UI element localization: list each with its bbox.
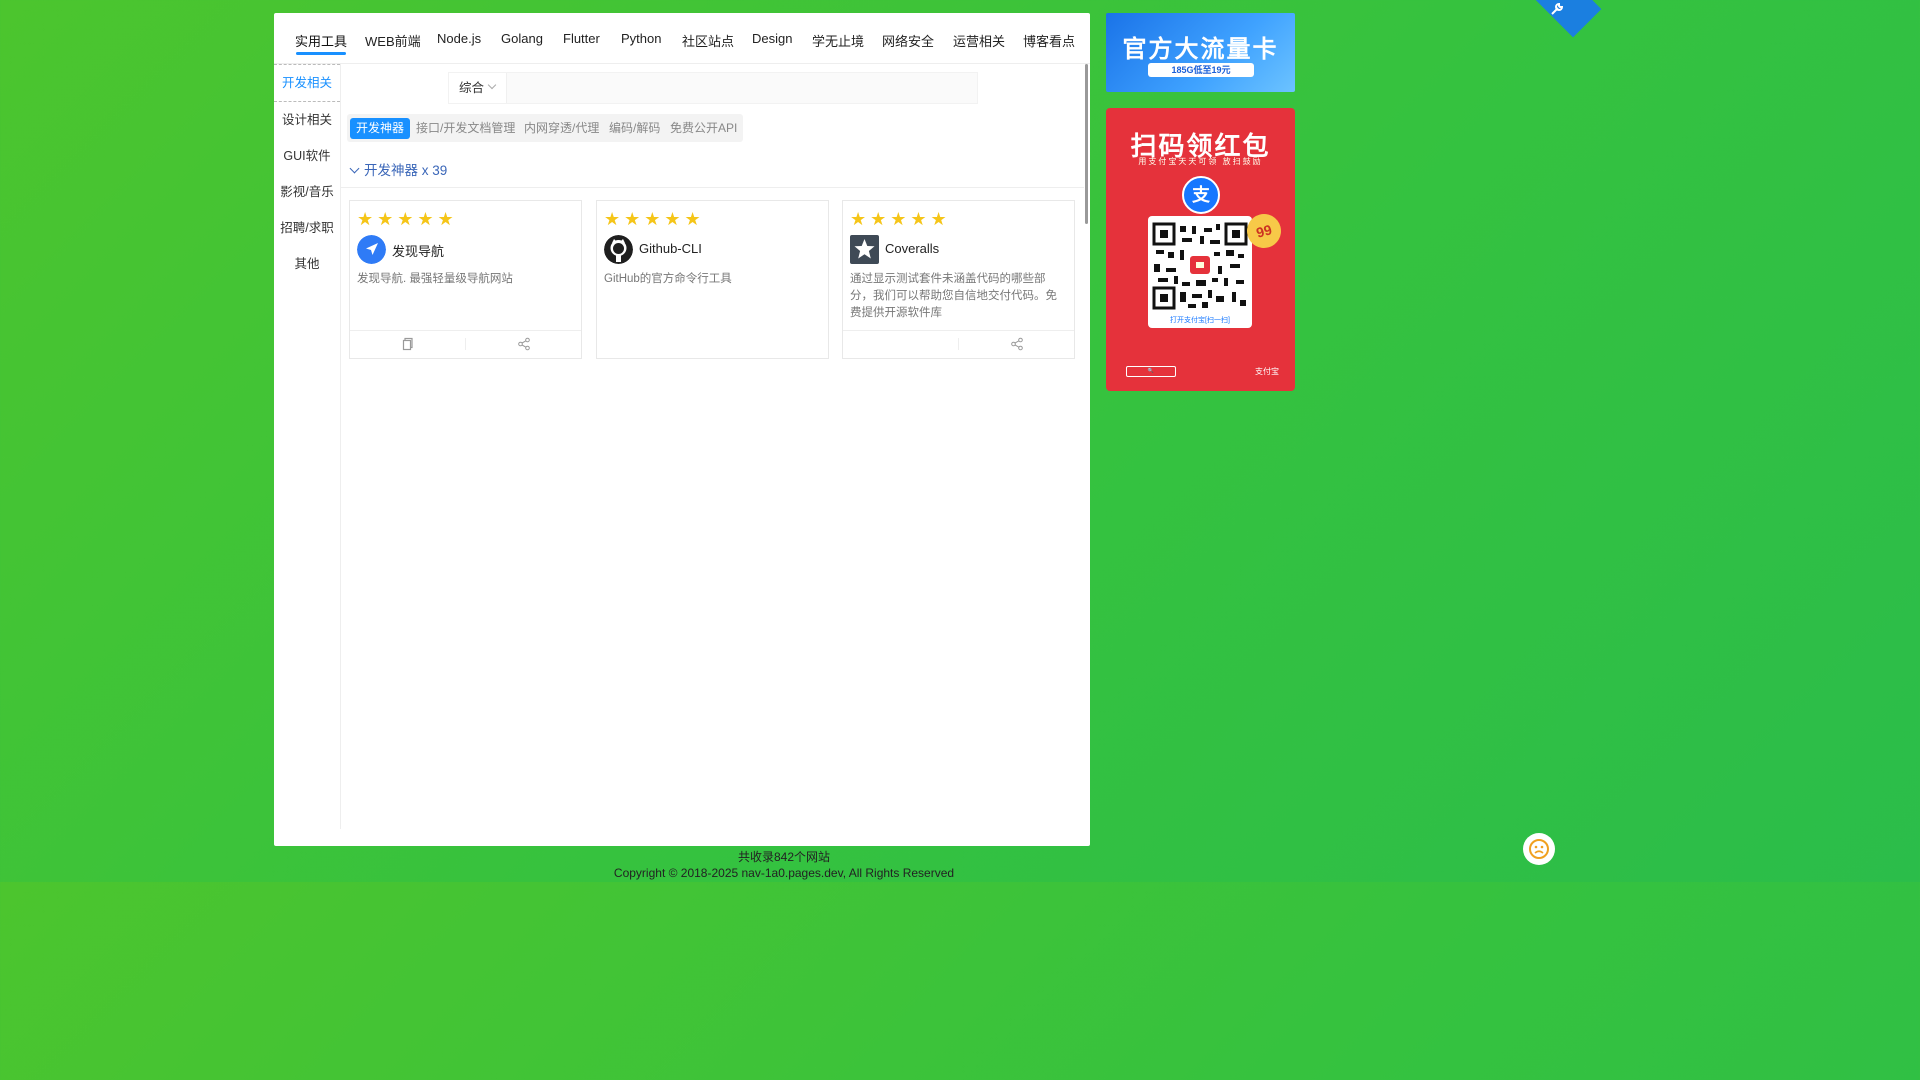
action-separator [958, 338, 959, 350]
ad-subtitle: 185G低至19元 [1148, 63, 1254, 77]
sidebar-item-jobs[interactable]: 招聘/求职 [274, 210, 340, 246]
subtab-api-docs[interactable]: 接口/开发文档管理 [410, 118, 521, 139]
card-actions [843, 330, 1074, 358]
sidebar-item-design[interactable]: 设计相关 [274, 102, 340, 138]
card-description: GitHub的官方命令行工具 [604, 273, 732, 285]
corner-ribbon[interactable] [1530, 0, 1602, 38]
qr-code: 打开支付宝[扫一扫] [1148, 216, 1252, 328]
share-icon[interactable] [517, 337, 531, 351]
share-icon[interactable] [1010, 337, 1024, 351]
card-description: 通过显示测试套件未涵盖代码的哪些部分，我们可以帮助您自信地交付代码。免费提供开源… [850, 273, 1057, 319]
sidebar-item-media[interactable]: 影视/音乐 [274, 174, 340, 210]
chevron-down-icon [349, 163, 360, 174]
feedback-button[interactable] [1523, 833, 1555, 865]
navigation-arrow-icon [357, 235, 386, 264]
tab-nodejs[interactable]: Node.js [437, 31, 481, 46]
main-panel: 实用工具 WEB前端 Node.js Golang Flutter Python… [274, 13, 1090, 846]
search-type-value: 综合 [459, 81, 485, 95]
site-card[interactable]: ★★★★★ Coveralls 通过显示测试套件未涵盖代码的哪些部分，我们可以帮… [842, 200, 1075, 359]
tab-golang[interactable]: Golang [501, 31, 543, 46]
sad-face-icon [1529, 839, 1549, 859]
rating-stars: ★★★★★ [604, 209, 705, 229]
card-actions [350, 330, 581, 358]
scrollbar[interactable] [1085, 64, 1088, 224]
alipay-icon: 支 [1182, 176, 1220, 214]
qr-code-icon [1152, 222, 1248, 310]
site-count: 共收录842个网站 [737, 850, 831, 864]
search-type-select[interactable]: 综合 [449, 73, 507, 103]
card-title[interactable]: Coveralls [885, 241, 939, 256]
action-separator [465, 338, 466, 350]
tab-blog[interactable]: 博客看点 [1023, 31, 1075, 50]
tab-flutter[interactable]: Flutter [563, 31, 600, 46]
rating-stars: ★★★★★ [850, 209, 951, 229]
sidebar: 开发相关 设计相关 GUI软件 影视/音乐 招聘/求职 其他 [274, 64, 341, 829]
site-card[interactable]: ★★★★★ Github-CLI GitHub的官方命令行工具 [596, 200, 829, 359]
copy-icon[interactable] [401, 337, 415, 351]
sidebar-item-dev[interactable]: 开发相关 [274, 64, 340, 102]
top-nav: 实用工具 WEB前端 Node.js Golang Flutter Python… [274, 13, 1090, 64]
copyright: Copyright © 2018-2025 nav-1a0.pages.dev,… [613, 866, 955, 880]
coveralls-star-icon [850, 235, 879, 264]
sidebar-item-gui[interactable]: GUI软件 [274, 138, 340, 174]
ad-title: 官方大流量卡 [1122, 36, 1279, 63]
ad-brand: 支付宝 [1255, 367, 1279, 376]
group-header[interactable]: 开发神器 x 39 [349, 159, 447, 179]
tab-learning[interactable]: 学无止境 [812, 31, 864, 50]
wrench-icon [1551, 2, 1564, 15]
github-icon [604, 235, 633, 264]
site-card[interactable]: ★★★★★ 发现导航 发现导航. 最强轻量级导航网站 [349, 200, 582, 359]
card-description: 发现导航. 最强轻量级导航网站 [357, 273, 513, 285]
search-bar: 综合 [448, 72, 978, 104]
tab-web-frontend[interactable]: WEB前端 [365, 31, 421, 50]
tab-python[interactable]: Python [621, 31, 661, 46]
search-icon: 🔍 [1126, 366, 1176, 377]
chevron-down-icon [487, 80, 497, 90]
card-title[interactable]: 发现导航 [392, 241, 444, 260]
ad-red-packet-banner[interactable]: 扫码领红包 用支付宝天天可领 放扫鼓励 支 打开支付宝[扫一扫] 99 🔍 支付… [1106, 108, 1295, 391]
subtab-encode-decode[interactable]: 编码/解码 [603, 118, 666, 139]
tab-operations[interactable]: 运营相关 [953, 31, 1005, 50]
tab-community[interactable]: 社区站点 [682, 31, 734, 50]
ad-subtitle: 用支付宝天天可领 放扫鼓励 [1138, 157, 1263, 166]
divider [340, 187, 1084, 188]
tab-design[interactable]: Design [752, 31, 792, 46]
tab-security[interactable]: 网络安全 [882, 31, 934, 50]
group-title: 开发神器 x 39 [364, 163, 448, 178]
qr-caption: 打开支付宝[扫一扫] [1170, 317, 1230, 324]
subtab-dev-tools[interactable]: 开发神器 [350, 118, 411, 139]
card-title[interactable]: Github-CLI [639, 241, 702, 256]
tab-practical-tools[interactable]: 实用工具 [295, 31, 347, 55]
subtab-free-api[interactable]: 免费公开API [664, 118, 743, 139]
search-input[interactable] [507, 73, 977, 103]
subtabs: 开发神器 接口/开发文档管理 内网穿透/代理 编码/解码 免费公开API [347, 114, 743, 142]
rating-stars: ★★★★★ [357, 209, 458, 229]
subtab-tunnel-proxy[interactable]: 内网穿透/代理 [518, 118, 605, 139]
ad-data-card-banner[interactable]: 官方大流量卡 185G低至19元 [1106, 13, 1295, 92]
sidebar-item-other[interactable]: 其他 [274, 246, 340, 282]
